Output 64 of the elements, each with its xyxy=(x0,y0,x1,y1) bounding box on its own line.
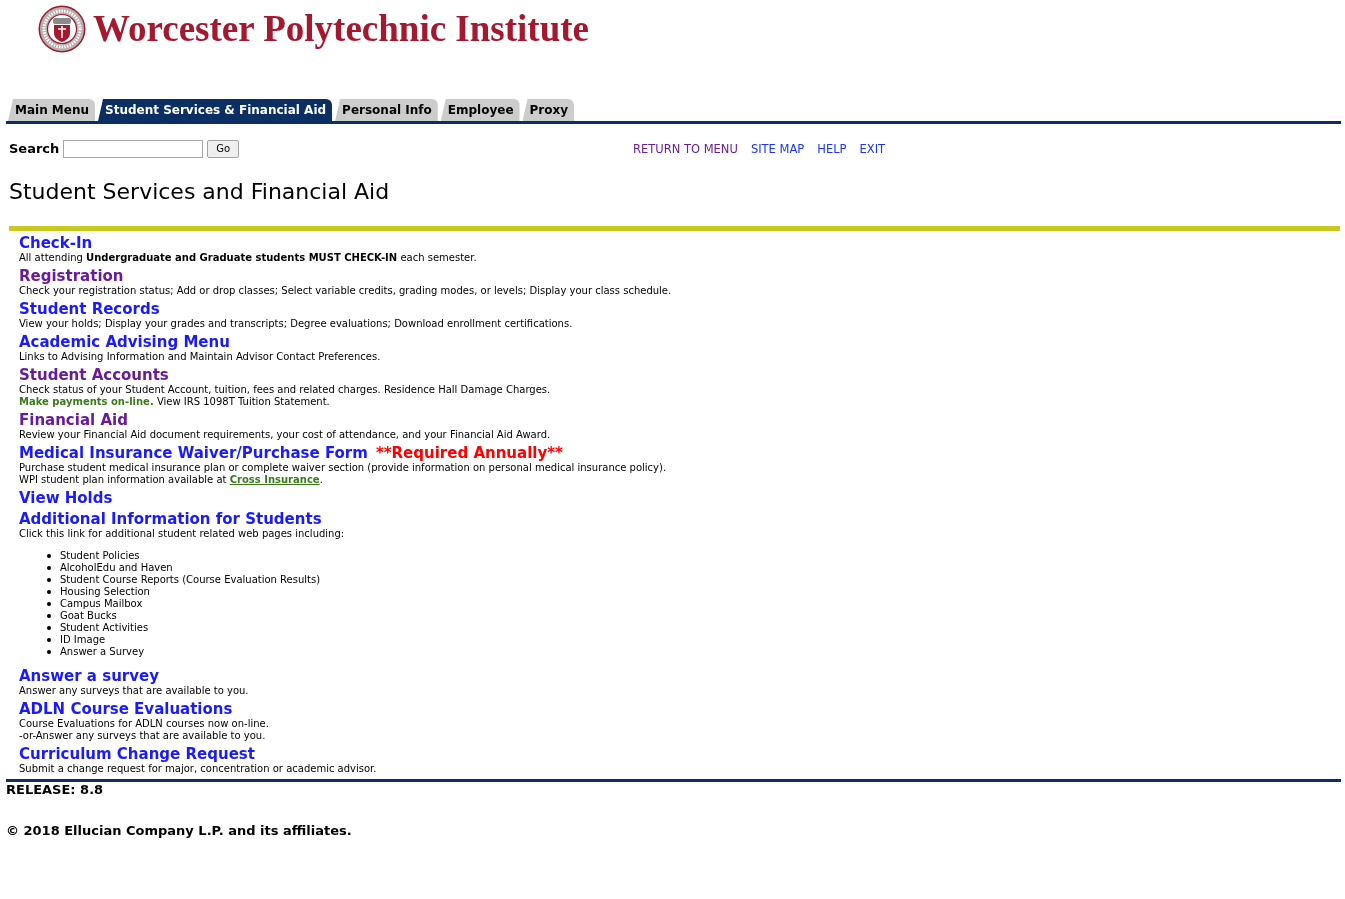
item-description: Course Evaluations for ADLN courses now on-line. xyxy=(19,717,270,730)
item-description: -or-Answer any surveys that are available to you. xyxy=(19,729,267,742)
top-nav-link[interactable]: HELP xyxy=(817,143,847,155)
menu-link[interactable]: ADLN Course Evaluations xyxy=(19,700,233,718)
bullet-text: Goat Bucks xyxy=(60,610,117,622)
search-field[interactable] xyxy=(63,140,204,158)
bullet-text: Campus Mailbox xyxy=(60,598,143,610)
bullet-text: AlcoholEdu and Haven xyxy=(60,562,173,574)
bullet-icon xyxy=(47,626,51,630)
item-description: Links to Advising Information and Maintain Advisor Contact Preferences. xyxy=(19,351,382,363)
item-description: All attending Undergraduate and Graduate students MUST CHECK-IN each semester. xyxy=(19,252,478,264)
item-description: WPI student plan information available at Cross Insurance. xyxy=(19,474,324,486)
item-description: Purchase student medical insurance plan or complete waiver section (provide information on personal medical insurance policy). xyxy=(19,462,668,474)
copyright-text: © 2018 Ellucian Company L.P. and its affiliates. xyxy=(6,822,353,839)
bullet-icon xyxy=(47,554,51,558)
item-description: Check status of your Student Account, tuition, fees and related charges. Residence Hall Damage Charges. xyxy=(19,384,552,396)
nav-tab[interactable]: Student Services & Financial Aid xyxy=(98,99,333,121)
item-description: Make payments on-line. View IRS 1098T Tuition Statement. xyxy=(19,396,331,408)
menu-link[interactable]: View Holds xyxy=(19,490,113,507)
item-description: Review your Financial Aid document requirements, your cost of attendance, and your Financial Aid Award. xyxy=(19,429,552,441)
bullet-icon xyxy=(47,590,51,594)
item-description: Check your registration status; Add or drop classes; Select variable credits, grading modes, or levels; Display your class schedule. xyxy=(19,285,673,297)
search-label: Search xyxy=(9,143,60,155)
bullet-text: Student Policies xyxy=(60,550,140,562)
menu-link[interactable]: Academic Advising Menu xyxy=(19,334,230,351)
bullet-text: ID Image xyxy=(60,634,106,646)
top-nav-link[interactable]: EXIT xyxy=(859,143,886,155)
bullet-icon xyxy=(47,602,51,606)
menu-link[interactable]: Curriculum Change Request xyxy=(19,745,255,763)
bullet-text: Student Activities xyxy=(60,622,149,634)
item-description: Answer any surveys that are available to you. xyxy=(19,684,250,697)
bullet-text: Student Course Reports (Course Evaluation Results) xyxy=(60,574,321,586)
top-nav-link[interactable]: SITE MAP xyxy=(750,143,805,155)
nav-tab[interactable]: Personal Info xyxy=(335,99,438,121)
menu-link[interactable]: Medical Insurance Waiver/Purchase Form xyxy=(19,445,368,462)
bullet-text: Answer a Survey xyxy=(60,646,145,658)
bullet-icon xyxy=(47,650,51,654)
institution-name: Worcester Polytechnic Institute xyxy=(93,7,589,51)
text-link[interactable]: Cross Insurance xyxy=(229,474,320,485)
page-title: Student Services and Financial Aid xyxy=(9,179,391,205)
release-label: RELEASE: 8.8 xyxy=(6,781,105,798)
menu-link[interactable]: Registration xyxy=(19,268,124,285)
nav-tab[interactable]: Proxy xyxy=(522,99,575,121)
nav-tab[interactable]: Employee xyxy=(440,99,520,121)
menu-link[interactable]: Financial Aid xyxy=(19,412,128,429)
text-link[interactable]: Make payments on-line. xyxy=(19,396,154,407)
menu-link[interactable]: Check-In xyxy=(19,235,93,252)
top-nav-link[interactable]: RETURN TO MENU xyxy=(633,143,738,155)
bullet-text: Housing Selection xyxy=(60,586,150,598)
menu-link[interactable]: Answer a survey xyxy=(19,667,159,685)
bullet-icon xyxy=(47,566,51,570)
menu-link[interactable]: Student Accounts xyxy=(19,367,169,384)
seal-logo-icon xyxy=(38,5,86,53)
bullet-icon xyxy=(47,578,51,582)
item-description: Submit a change request for major, concentration or academic advisor. xyxy=(19,762,378,775)
bullet-icon xyxy=(47,614,51,618)
required-note: **Required Annually** xyxy=(375,445,563,462)
menu-link[interactable]: Additional Information for Students xyxy=(19,511,322,528)
item-description: View your holds; Display your grades and transcripts; Degree evaluations; Download enrollment certifications. xyxy=(19,318,574,330)
bullet-icon xyxy=(47,638,51,642)
menu-link[interactable]: Student Records xyxy=(19,301,160,318)
nav-tab[interactable]: Main Menu xyxy=(8,99,96,121)
go-button[interactable]: Go xyxy=(207,140,240,158)
item-description: Click this link for additional student related web pages including: xyxy=(19,528,346,540)
